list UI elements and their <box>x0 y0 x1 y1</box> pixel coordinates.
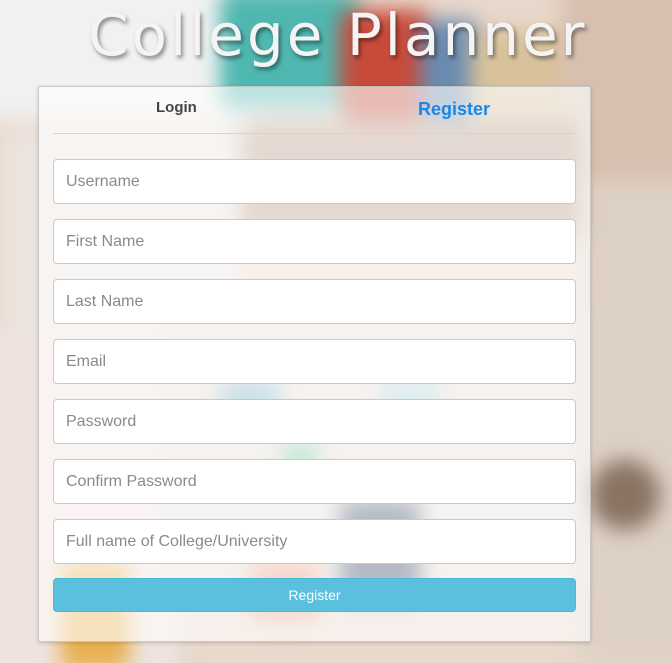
username-input[interactable] <box>53 159 576 204</box>
password-input[interactable] <box>53 399 576 444</box>
auth-tabs: Login Register <box>53 87 576 134</box>
tab-login[interactable]: Login <box>156 99 197 116</box>
auth-panel: Login Register Register <box>38 86 591 642</box>
last-name-input[interactable] <box>53 279 576 324</box>
email-input[interactable] <box>53 339 576 384</box>
college-name-input[interactable] <box>53 519 576 564</box>
register-button[interactable]: Register <box>53 578 576 612</box>
confirm-password-input[interactable] <box>53 459 576 504</box>
first-name-input[interactable] <box>53 219 576 264</box>
app-title: College Planner <box>88 1 588 69</box>
register-page: College Planner Login Register Register <box>0 0 672 663</box>
tab-register[interactable]: Register <box>418 99 490 120</box>
